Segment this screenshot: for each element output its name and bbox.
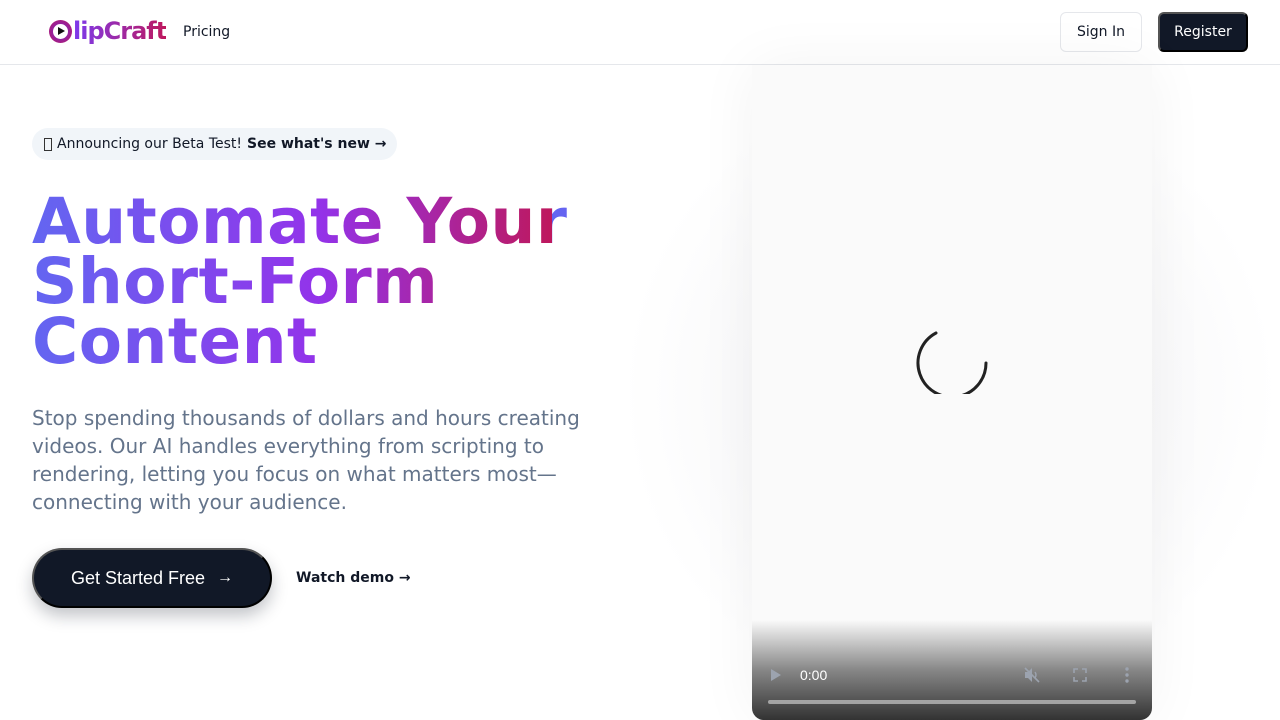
announcement-link[interactable]: See what's new → [247, 136, 386, 152]
get-started-button[interactable]: Get Started Free → [32, 548, 272, 608]
video-time: 0:00 [800, 667, 828, 683]
announcement-banner[interactable]: Announcing our Beta Test! See what's new… [32, 128, 397, 160]
watch-demo-link[interactable]: Watch demo → [296, 569, 411, 587]
headline-line-3: Content [32, 305, 318, 378]
announcement-text: Announcing our Beta Test! [57, 136, 242, 152]
logo[interactable]: lipCraft [49, 17, 167, 45]
emoji-placeholder-icon [44, 137, 52, 151]
logo-play-icon [49, 19, 72, 43]
hero-headline: Automate Your Short-Form Content [32, 192, 632, 372]
register-button[interactable]: Register [1158, 12, 1248, 52]
loading-spinner-icon [916, 331, 988, 394]
video-progress-bar[interactable] [768, 700, 1136, 704]
site-header: lipCraft Pricing Sign In Register [0, 0, 1280, 65]
headline-line-2: Short-Form [32, 245, 439, 318]
arrow-right-icon: → [217, 569, 234, 586]
fullscreen-icon[interactable] [1073, 668, 1087, 682]
demo-video-player[interactable]: 0:00 [752, 65, 1152, 720]
hero-subtext: Stop spending thousands of dollars and h… [32, 406, 580, 514]
muted-icon[interactable] [1023, 666, 1041, 684]
headline-line-1: Automate Your [32, 185, 568, 258]
video-controls: 0:00 [752, 620, 1152, 720]
nav-pricing-link[interactable]: Pricing [183, 23, 230, 41]
play-icon[interactable] [770, 668, 782, 682]
more-options-icon[interactable] [1125, 667, 1129, 683]
logo-text: lipCraft [73, 17, 167, 45]
sign-in-button[interactable]: Sign In [1060, 12, 1142, 52]
get-started-label: Get Started Free [70, 567, 206, 588]
